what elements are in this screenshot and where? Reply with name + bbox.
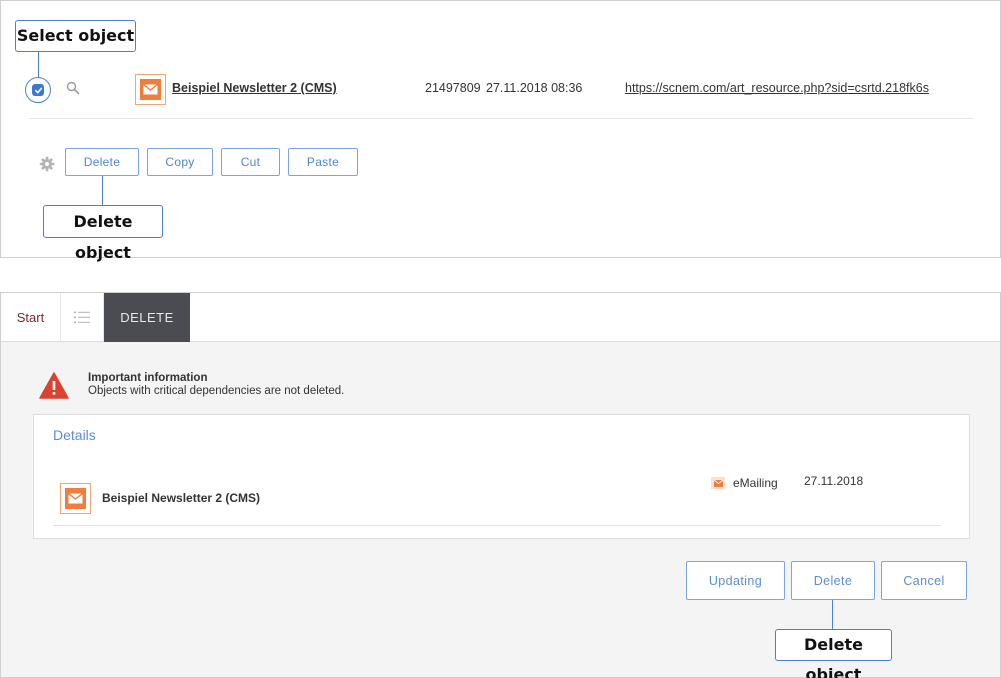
emailing-type-icon (711, 477, 725, 489)
mail-icon (65, 488, 86, 509)
select-callout-connector (38, 52, 39, 77)
tab-delete-label: DELETE (120, 310, 174, 325)
details-section: Details Beispiel Newsletter 2 (CMS) eMai… (33, 414, 970, 539)
info-title: Important information (88, 372, 208, 384)
details-item-type: eMailing (733, 476, 778, 490)
tab-start-label: Start (16, 309, 45, 325)
delete-confirm-button[interactable]: Delete (791, 561, 875, 600)
row-divider (29, 118, 973, 119)
search-icon[interactable] (66, 81, 80, 95)
cancel-button[interactable]: Cancel (881, 561, 967, 600)
paste-button[interactable]: Paste (288, 148, 358, 176)
select-checkbox[interactable] (25, 77, 51, 103)
copy-button[interactable]: Copy (147, 148, 213, 176)
delete-confirm-callout-connector (832, 600, 833, 632)
delete-object-callout: Delete object (43, 205, 163, 262)
object-title-link[interactable]: Beispiel Newsletter 2 (CMS) (172, 81, 337, 95)
delete-dialog-panel: Start DELETE Important information Objec… (0, 292, 1001, 678)
mail-icon (140, 79, 161, 100)
info-text: Objects with critical dependencies are n… (88, 385, 345, 397)
delete-object-callout-bottom: Delete object (775, 629, 892, 678)
list-icon (74, 311, 90, 323)
select-object-callout: Select object (15, 20, 136, 52)
warning-icon (39, 372, 69, 399)
tab-list[interactable] (61, 293, 104, 341)
checkbox-icon (32, 84, 44, 96)
object-list-panel: Select object Beispiel Newsletter 2 (CMS… (0, 0, 1001, 262)
gear-icon[interactable] (39, 156, 55, 172)
tab-start[interactable]: Start (1, 293, 61, 341)
details-divider (53, 525, 941, 526)
details-heading: Details (53, 427, 96, 443)
object-date: 27.11.2018 08:36 (486, 81, 583, 95)
delete-callout-connector (102, 176, 103, 206)
details-item-title: Beispiel Newsletter 2 (CMS) (102, 491, 261, 505)
tab-delete[interactable]: DELETE (104, 293, 190, 342)
newsletter-thumbnail[interactable] (135, 74, 166, 105)
delete-button[interactable]: Delete (65, 148, 139, 176)
details-newsletter-thumbnail (60, 483, 91, 514)
cut-button[interactable]: Cut (221, 148, 280, 176)
details-item-date: 27.11.2018 (804, 474, 864, 488)
object-url-link[interactable]: https://scnem.com/art_resource.php?sid=c… (625, 81, 929, 95)
updating-button[interactable]: Updating (686, 561, 785, 600)
tab-bar: Start DELETE (1, 293, 1000, 342)
object-id: 21497809 (425, 81, 481, 95)
